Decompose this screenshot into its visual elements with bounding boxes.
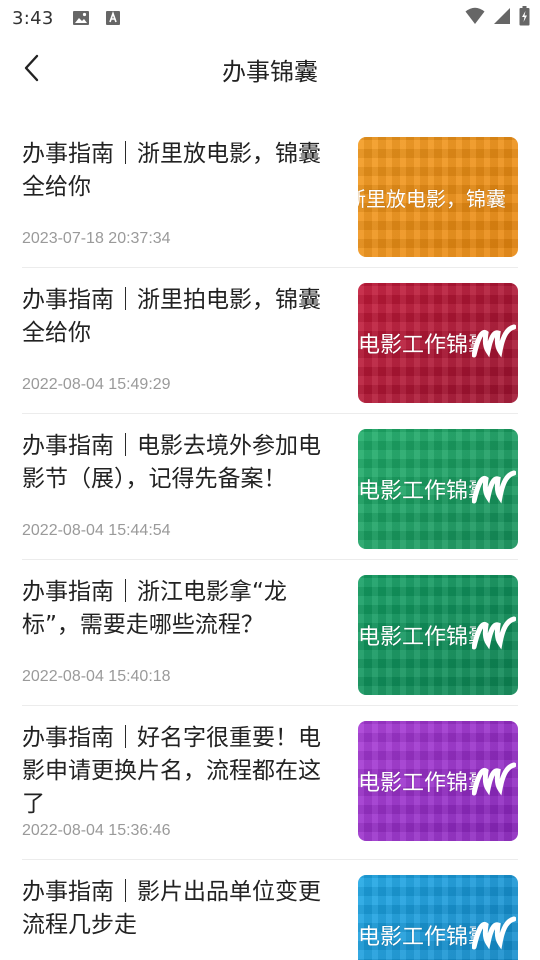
signal-icon [493,7,511,29]
status-indicators [465,0,530,36]
article-thumbnail: 电影工作锦囊 [358,875,518,960]
article-title: 办事指南｜影片出品单位变更流程几步走 [22,879,321,938]
thumbnail-caption: 浙里放电影，锦囊全给你 [358,186,506,211]
article-title: 办事指南｜电影去境外参加电影节（展），记得先备案！ [22,433,321,492]
status-time: 3:43 [12,7,54,29]
image-icon [72,9,90,27]
article-date: 2022-08-04 15:40:18 [22,668,171,685]
article-date: 2022-08-04 15:36:46 [22,822,171,839]
battery-charging-icon [519,6,530,30]
wifi-icon [465,7,485,29]
top-app-bar: 办事锦囊 [0,36,540,102]
article-title: 办事指南｜浙江电影拿“龙标”，需要走哪些流程？ [22,579,287,638]
font-icon [104,9,122,27]
film-logo-icon [472,916,516,950]
article-item[interactable]: 办事指南｜好名字很重要！电影申请更换片名，流程都在这了 2022-08-04 1… [22,706,518,860]
film-logo-icon [472,616,516,650]
thumbnail-caption: 电影工作锦囊 [358,771,476,796]
article-item[interactable]: 办事指南｜浙里放电影，锦囊全给你 2023-07-18 20:37:34 浙里放… [22,122,518,268]
status-bar: 3:43 [0,0,540,36]
article-title: 办事指南｜好名字很重要！电影申请更换片名，流程都在这了 [22,725,321,817]
article-item[interactable]: 办事指南｜电影去境外参加电影节（展），记得先备案！ 2022-08-04 15:… [22,414,518,560]
article-thumbnail: 电影工作锦囊 [358,283,518,403]
article-item[interactable]: 办事指南｜影片出品单位变更流程几步走 电影工作锦囊 [22,860,518,960]
article-thumbnail: 浙里放电影，锦囊全给你 [358,137,518,257]
article-date: 2022-08-04 15:49:29 [22,376,171,393]
film-logo-icon [472,762,516,796]
page-title: 办事锦囊 [222,58,318,86]
article-list: 办事指南｜浙里放电影，锦囊全给你 2023-07-18 20:37:34 浙里放… [22,122,518,960]
thumbnail-caption: 电影工作锦囊 [358,333,476,358]
film-logo-icon [472,324,516,358]
article-date: 2023-07-18 20:37:34 [22,230,171,247]
thumbnail-caption: 电影工作锦囊 [358,925,476,950]
article-item[interactable]: 办事指南｜浙里拍电影，锦囊全给你 2022-08-04 15:49:29 电影工… [22,268,518,414]
thumbnail-caption: 电影工作锦囊 [358,479,476,504]
article-title: 办事指南｜浙里放电影，锦囊全给你 [22,141,321,200]
article-item[interactable]: 办事指南｜浙江电影拿“龙标”，需要走哪些流程？ 2022-08-04 15:40… [22,560,518,706]
film-logo-icon [472,470,516,504]
article-thumbnail: 电影工作锦囊 [358,429,518,549]
article-date: 2022-08-04 15:44:54 [22,522,171,539]
thumbnail-caption: 电影工作锦囊 [358,625,476,650]
article-thumbnail: 电影工作锦囊 [358,721,518,841]
article-title: 办事指南｜浙里拍电影，锦囊全给你 [22,287,321,346]
article-thumbnail: 电影工作锦囊 [358,575,518,695]
